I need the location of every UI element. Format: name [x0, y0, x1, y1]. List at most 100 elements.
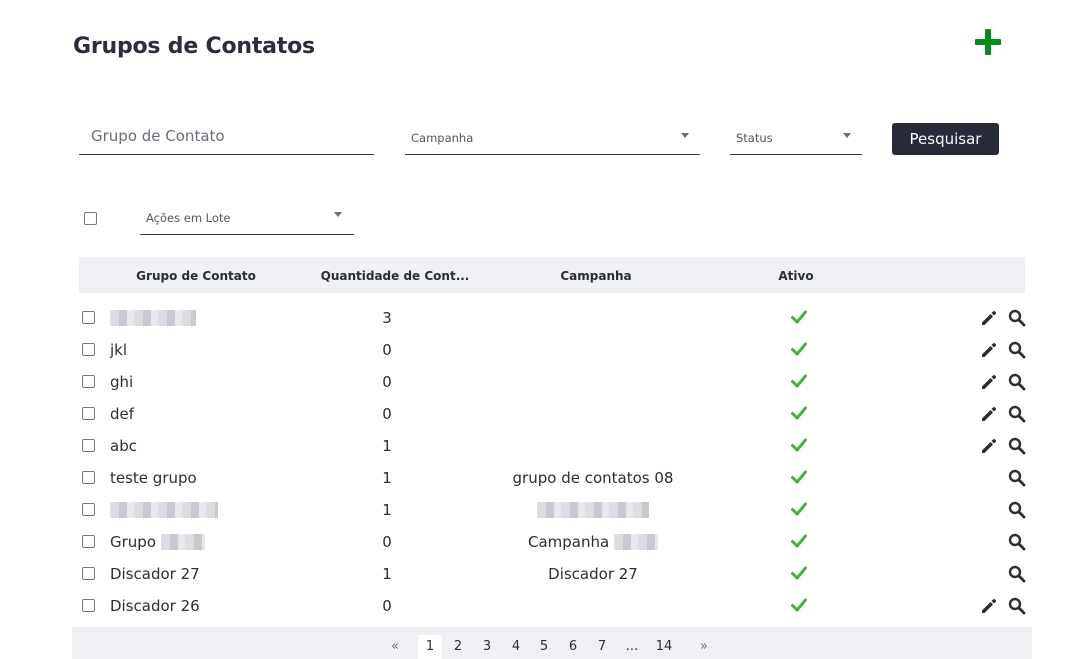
pencil-icon[interactable]: [980, 437, 998, 455]
column-header-campaign[interactable]: Campanha: [560, 269, 631, 283]
table-row: teste grupo 1 grupo de contatos 08: [79, 465, 1026, 497]
pagination-next[interactable]: »: [692, 635, 716, 659]
row-checkbox[interactable]: [82, 535, 95, 548]
search-icon[interactable]: [1008, 597, 1026, 615]
chevron-down-icon: [681, 133, 689, 138]
page-3[interactable]: 3: [475, 635, 499, 659]
contact-quantity: 0: [382, 341, 392, 359]
group-name: teste grupo: [110, 469, 197, 487]
check-icon: [791, 502, 807, 516]
table-row: 3: [79, 305, 1026, 337]
search-icon[interactable]: [1008, 405, 1026, 423]
status-select-label: Status: [736, 131, 773, 145]
pencil-icon[interactable]: [980, 373, 998, 391]
pagination-prev[interactable]: «: [383, 635, 407, 659]
group-name: Discador 26: [110, 597, 200, 615]
column-header-quantity[interactable]: Quantidade de Cont...: [321, 269, 470, 283]
row-checkbox[interactable]: [82, 503, 95, 516]
search-icon[interactable]: [1008, 469, 1026, 487]
select-all-checkbox[interactable]: [84, 212, 97, 225]
contact-quantity: 1: [382, 565, 392, 583]
redacted-text: [613, 534, 658, 550]
table-row: ghi 0: [79, 369, 1026, 401]
contact-quantity: 1: [382, 469, 392, 487]
table-row: Grupo 0 Campanha: [79, 529, 1026, 561]
search-icon[interactable]: [1008, 501, 1026, 519]
row-checkbox[interactable]: [82, 471, 95, 484]
check-icon: [791, 406, 807, 420]
group-name: abc: [110, 437, 137, 455]
contact-quantity: 3: [382, 309, 392, 327]
campaign-select-label: Campanha: [411, 131, 474, 145]
page-6[interactable]: 6: [561, 635, 585, 659]
group-name: [110, 501, 218, 519]
campaign-select[interactable]: Campanha: [405, 119, 700, 155]
table-row: 1: [79, 497, 1026, 529]
row-checkbox[interactable]: [82, 567, 95, 580]
page-7[interactable]: 7: [590, 635, 614, 659]
column-header-active[interactable]: Ativo: [778, 269, 813, 283]
group-name-text: Grupo: [110, 533, 156, 551]
check-icon: [791, 598, 807, 612]
table-row: def 0: [79, 401, 1026, 433]
contact-quantity: 0: [382, 405, 392, 423]
campaign-name-text: Campanha: [528, 533, 610, 551]
group-name: [110, 309, 196, 327]
row-checkbox[interactable]: [82, 343, 95, 356]
search-icon[interactable]: [1008, 437, 1026, 455]
page-4[interactable]: 4: [504, 635, 528, 659]
search-icon[interactable]: [1008, 309, 1026, 327]
campaign-name: Discador 27: [548, 565, 638, 583]
page-1[interactable]: 1: [418, 635, 442, 659]
check-icon: [791, 310, 807, 324]
table-header: Grupo de Contato Quantidade de Cont... C…: [79, 257, 1025, 293]
check-icon: [791, 534, 807, 548]
pencil-icon[interactable]: [980, 597, 998, 615]
search-icon[interactable]: [1008, 533, 1026, 551]
search-icon[interactable]: [1008, 373, 1026, 391]
batch-actions-select[interactable]: Ações em Lote: [140, 199, 354, 235]
row-checkbox[interactable]: [82, 439, 95, 452]
pencil-icon[interactable]: [980, 405, 998, 423]
search-icon[interactable]: [1008, 341, 1026, 359]
status-select[interactable]: Status: [730, 119, 862, 155]
page-2[interactable]: 2: [446, 635, 470, 659]
campaign-name: [537, 501, 649, 519]
page-14[interactable]: 14: [650, 635, 679, 659]
contact-quantity: 0: [382, 533, 392, 551]
pencil-icon[interactable]: [980, 341, 998, 359]
table-row: Discador 26 0: [79, 593, 1026, 625]
group-name: jkl: [110, 341, 128, 359]
table-row: abc 1: [79, 433, 1026, 465]
search-button[interactable]: Pesquisar: [892, 123, 999, 155]
group-name: Discador 27: [110, 565, 200, 583]
search-icon[interactable]: [1008, 565, 1026, 583]
pagination-ellipsis: ...: [625, 639, 639, 654]
group-name-filter: [79, 118, 374, 155]
page-5[interactable]: 5: [532, 635, 556, 659]
table-row: jkl 0: [79, 337, 1026, 369]
row-checkbox[interactable]: [82, 311, 95, 324]
check-icon: [791, 470, 807, 484]
group-name-input[interactable]: [79, 118, 374, 154]
page-title: Grupos de Contatos: [73, 34, 315, 59]
group-name: ghi: [110, 373, 134, 391]
campaign-name: grupo de contatos 08: [512, 469, 674, 487]
pencil-icon[interactable]: [980, 309, 998, 327]
contact-quantity: 0: [382, 597, 392, 615]
row-checkbox[interactable]: [82, 375, 95, 388]
add-group-button[interactable]: [974, 28, 1002, 56]
pagination: « 1 2 3 4 5 6 7 ... 14 »: [72, 627, 1032, 659]
group-name: def: [110, 405, 135, 423]
column-header-name[interactable]: Grupo de Contato: [136, 269, 256, 283]
chevron-down-icon: [843, 133, 851, 138]
chevron-down-icon: [334, 212, 342, 217]
check-icon: [791, 566, 807, 580]
batch-actions-label: Ações em Lote: [146, 211, 231, 225]
redacted-text: [160, 534, 205, 550]
contact-quantity: 1: [382, 437, 392, 455]
campaign-name: Campanha: [528, 533, 658, 551]
row-checkbox[interactable]: [82, 407, 95, 420]
row-checkbox[interactable]: [82, 599, 95, 612]
check-icon: [791, 342, 807, 356]
